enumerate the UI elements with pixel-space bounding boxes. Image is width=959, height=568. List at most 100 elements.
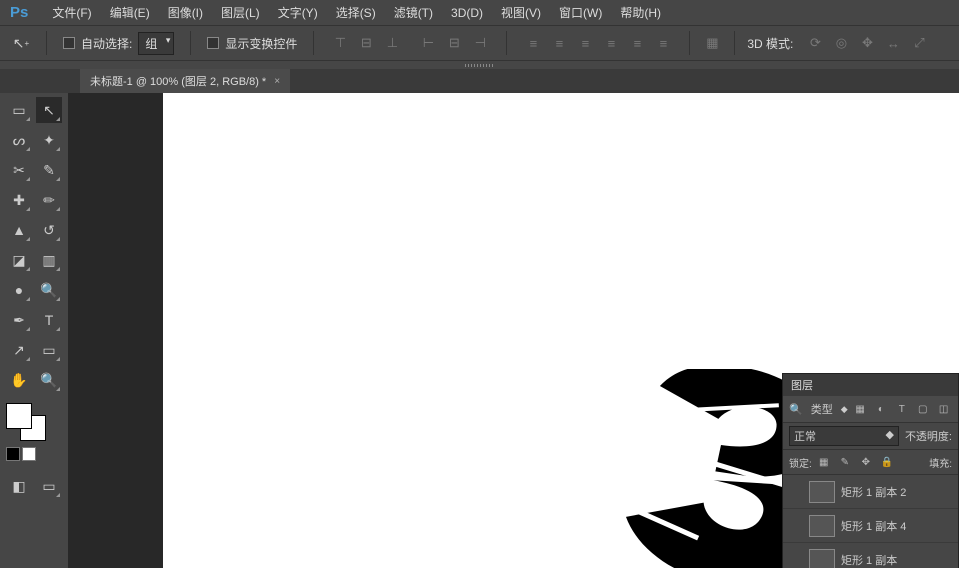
lock-label: 锁定: <box>789 455 812 470</box>
screen-mode-toggle[interactable]: ▭ <box>36 473 62 499</box>
toolbox: ▭ ↖ ᔕ ✦ ✂ ✎ ✚ ✏ ▲ ↺ ◪ ▥ ● 🔍 ✒ T <box>0 93 68 568</box>
align-bottom-icon[interactable]: ⊥ <box>382 33 402 53</box>
layers-list: 👁 矩形 1 副本 2 👁 矩形 1 副本 4 👁 矩形 1 副本 👁 <box>783 475 958 568</box>
document-tab[interactable]: 未标题-1 @ 100% (图层 2, RGB/8) * × <box>80 69 290 93</box>
filter-smart-icon[interactable]: ◫ <box>935 400 952 418</box>
magic-wand-tool[interactable]: ✦ <box>36 127 62 153</box>
fill-label: 填充: <box>929 455 952 470</box>
menu-edit[interactable]: 编辑(E) <box>102 1 158 24</box>
main-menubar: Ps 文件(F) 编辑(E) 图像(I) 图层(L) 文字(Y) 选择(S) 滤… <box>0 0 959 25</box>
layer-filter-search-icon[interactable]: 🔍 <box>789 403 803 416</box>
align-hcenter-icon[interactable]: ⊟ <box>444 33 464 53</box>
layer-thumb[interactable] <box>809 515 835 537</box>
menu-image[interactable]: 图像(I) <box>160 1 211 24</box>
eyedropper-tool[interactable]: ✎ <box>36 157 62 183</box>
auto-select-dropdown[interactable]: 组 <box>138 32 174 55</box>
blur-tool[interactable]: ● <box>6 277 32 303</box>
move-tool[interactable]: ↖ <box>36 97 62 123</box>
shape-tool[interactable]: ▭ <box>36 337 62 363</box>
options-bar: ↖+ 自动选择: 组 显示变换控件 ⊤ ⊟ ⊥ ⊢ ⊟ ⊣ ≡ ≡ ≡ ≡ ≡ … <box>0 25 959 61</box>
layer-thumb[interactable] <box>809 481 835 503</box>
history-brush-tool[interactable]: ↺ <box>36 217 62 243</box>
menu-file[interactable]: 文件(F) <box>44 1 99 24</box>
menu-select[interactable]: 选择(S) <box>328 1 384 24</box>
menu-help[interactable]: 帮助(H) <box>612 1 669 24</box>
menu-window[interactable]: 窗口(W) <box>551 1 610 24</box>
drag-handle[interactable] <box>0 61 959 69</box>
filter-type-icon[interactable]: T <box>893 400 910 418</box>
document-tab-title: 未标题-1 @ 100% (图层 2, RGB/8) * <box>90 73 266 89</box>
layer-filter-type[interactable]: 类型 <box>807 400 837 418</box>
layers-panel: 图层 🔍 类型 ◆ ▦ ◐ T ▢ ◫ 正常◆ 不透明度: 锁定: ▦ <box>782 373 959 568</box>
lock-all-icon[interactable]: 🔒 <box>878 453 896 471</box>
color-swatches[interactable] <box>6 403 46 441</box>
menu-view[interactable]: 视图(V) <box>493 1 549 24</box>
align-top-icon[interactable]: ⊤ <box>330 33 350 53</box>
eraser-tool[interactable]: ◪ <box>6 247 32 273</box>
lasso-tool[interactable]: ᔕ <box>6 127 32 153</box>
opacity-label: 不透明度: <box>905 428 952 444</box>
quick-mask-icon[interactable] <box>6 447 20 461</box>
layers-panel-header[interactable]: 图层 <box>783 374 958 396</box>
lock-pixels-icon[interactable]: ✎ <box>836 453 854 471</box>
layer-item[interactable]: 👁 矩形 1 副本 <box>783 543 958 568</box>
canvas-area[interactable]: 图层 🔍 类型 ◆ ▦ ◐ T ▢ ◫ 正常◆ 不透明度: 锁定: ▦ <box>68 93 959 568</box>
document-tab-row: 未标题-1 @ 100% (图层 2, RGB/8) * × <box>0 69 959 93</box>
healing-brush-tool[interactable]: ✚ <box>6 187 32 213</box>
lock-position-icon[interactable]: ✥ <box>857 453 875 471</box>
app-logo: Ps <box>8 4 30 21</box>
zoom-tool[interactable]: 🔍 <box>36 367 62 393</box>
align-left-icon[interactable]: ⊢ <box>418 33 438 53</box>
layer-item[interactable]: 👁 矩形 1 副本 2 <box>783 475 958 509</box>
distribute-left-icon[interactable]: ≡ <box>601 33 621 53</box>
annotation-arrow <box>570 553 750 568</box>
close-tab-icon[interactable]: × <box>274 76 280 87</box>
layer-item[interactable]: 👁 矩形 1 副本 4 <box>783 509 958 543</box>
show-transform-label: 显示变换控件 <box>225 35 297 52</box>
screen-mode-icon[interactable] <box>22 447 36 461</box>
auto-select-checkbox[interactable] <box>63 37 75 49</box>
3d-scale-icon[interactable]: ⤢ <box>909 33 929 53</box>
filter-shape-icon[interactable]: ▢ <box>914 400 931 418</box>
3d-roll-icon[interactable]: ◎ <box>831 33 851 53</box>
lock-transparency-icon[interactable]: ▦ <box>815 453 833 471</box>
layer-name[interactable]: 矩形 1 副本 4 <box>841 518 954 534</box>
blend-mode-dropdown[interactable]: 正常◆ <box>789 426 899 446</box>
filter-adjust-icon[interactable]: ◐ <box>873 400 890 418</box>
3d-mode-label: 3D 模式: <box>747 35 793 52</box>
align-right-icon[interactable]: ⊣ <box>470 33 490 53</box>
menu-3d[interactable]: 3D(D) <box>443 3 491 23</box>
align-vcenter-icon[interactable]: ⊟ <box>356 33 376 53</box>
quick-mask-toggle[interactable]: ◧ <box>6 473 32 499</box>
clone-stamp-tool[interactable]: ▲ <box>6 217 32 243</box>
menu-filter[interactable]: 滤镜(T) <box>386 1 441 24</box>
auto-select-label: 自动选择: <box>81 35 132 52</box>
foreground-swatch[interactable] <box>6 403 32 429</box>
layer-thumb[interactable] <box>809 549 835 568</box>
dodge-tool[interactable]: 🔍 <box>36 277 62 303</box>
3d-slide-icon[interactable]: ↔ <box>883 33 903 53</box>
hand-tool[interactable]: ✋ <box>6 367 32 393</box>
distribute-top-icon[interactable]: ≡ <box>523 33 543 53</box>
auto-align-icon[interactable]: ▦ <box>702 33 722 53</box>
filter-pixel-icon[interactable]: ▦ <box>852 400 869 418</box>
path-select-tool[interactable]: ↗ <box>6 337 32 363</box>
menu-text[interactable]: 文字(Y) <box>270 1 326 24</box>
brush-tool[interactable]: ✏ <box>36 187 62 213</box>
3d-orbit-icon[interactable]: ⟳ <box>805 33 825 53</box>
pen-tool[interactable]: ✒ <box>6 307 32 333</box>
distribute-bottom-icon[interactable]: ≡ <box>575 33 595 53</box>
3d-pan-icon[interactable]: ✥ <box>857 33 877 53</box>
layers-tab[interactable]: 图层 <box>791 377 813 393</box>
distribute-vcenter-icon[interactable]: ≡ <box>549 33 569 53</box>
distribute-hcenter-icon[interactable]: ≡ <box>627 33 647 53</box>
menu-layer[interactable]: 图层(L) <box>213 1 268 24</box>
show-transform-checkbox[interactable] <box>207 37 219 49</box>
crop-tool[interactable]: ✂ <box>6 157 32 183</box>
distribute-right-icon[interactable]: ≡ <box>653 33 673 53</box>
gradient-tool[interactable]: ▥ <box>36 247 62 273</box>
type-tool[interactable]: T <box>36 307 62 333</box>
marquee-tool[interactable]: ▭ <box>6 97 32 123</box>
layer-name[interactable]: 矩形 1 副本 2 <box>841 484 954 500</box>
current-tool-indicator[interactable]: ↖+ <box>8 30 34 56</box>
